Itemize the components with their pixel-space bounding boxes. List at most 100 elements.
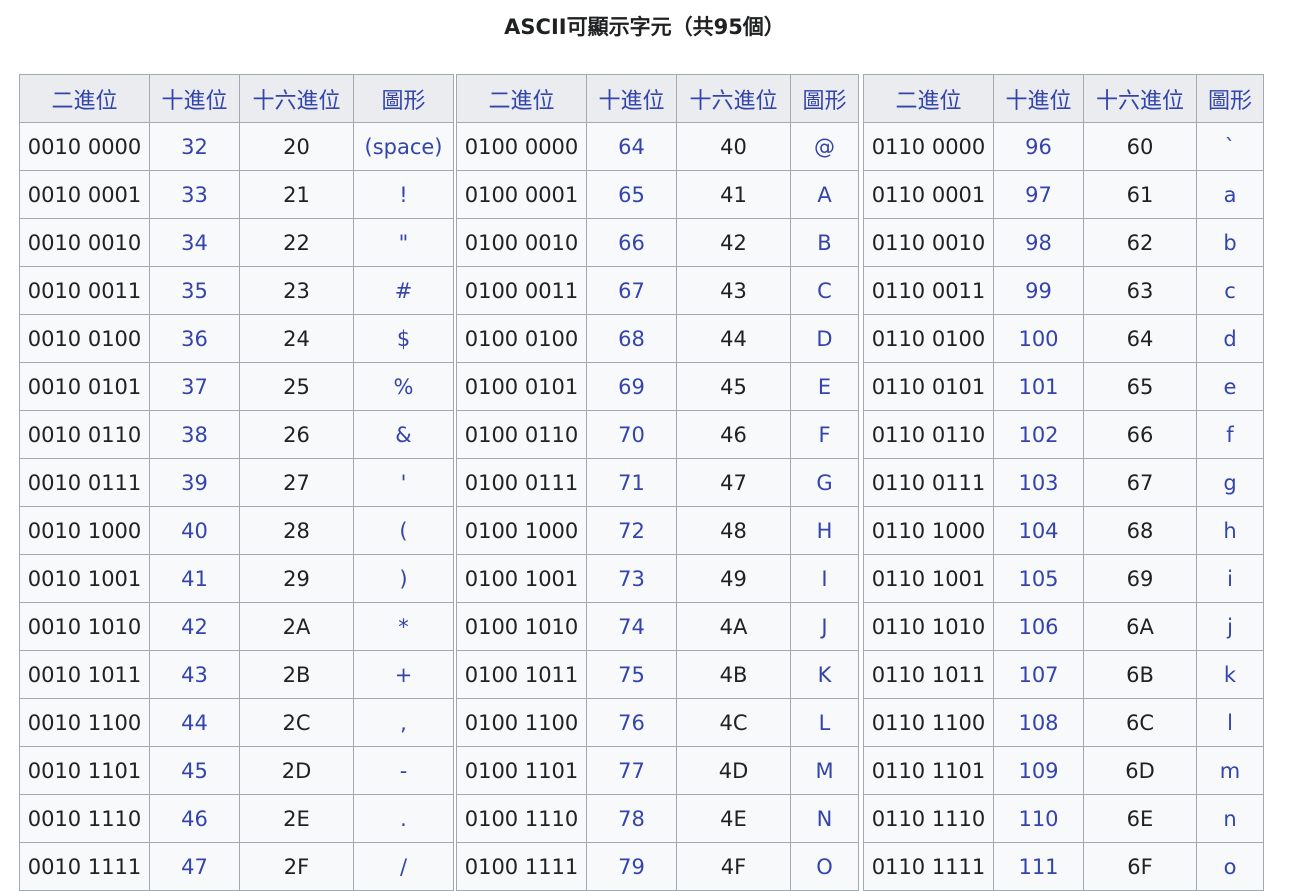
decimal-link[interactable]: 98 bbox=[993, 218, 1084, 267]
glyph-link[interactable]: F bbox=[790, 410, 859, 459]
decimal-link[interactable]: 69 bbox=[586, 362, 677, 411]
decimal-link[interactable]: 41 bbox=[149, 554, 240, 603]
glyph-link[interactable]: o bbox=[1196, 842, 1264, 891]
decimal-link[interactable]: 44 bbox=[149, 698, 240, 747]
glyph-link[interactable]: h bbox=[1196, 506, 1264, 555]
decimal-link[interactable]: 96 bbox=[993, 122, 1084, 171]
glyph-link[interactable]: ) bbox=[353, 554, 454, 603]
glyph-link[interactable]: % bbox=[353, 362, 454, 411]
decimal-link[interactable]: 43 bbox=[149, 650, 240, 699]
decimal-link[interactable]: 106 bbox=[993, 602, 1084, 651]
decimal-link[interactable]: 79 bbox=[586, 842, 677, 891]
glyph-link[interactable]: M bbox=[790, 746, 859, 795]
decimal-link[interactable]: 47 bbox=[149, 842, 240, 891]
glyph-link[interactable]: & bbox=[353, 410, 454, 459]
glyph-link[interactable]: D bbox=[790, 314, 859, 363]
glyph-link[interactable]: l bbox=[1196, 698, 1264, 747]
decimal-link[interactable]: 65 bbox=[586, 170, 677, 219]
glyph-link[interactable]: ! bbox=[353, 170, 454, 219]
decimal-link[interactable]: 101 bbox=[993, 362, 1084, 411]
glyph-link[interactable]: E bbox=[790, 362, 859, 411]
header-glyph: 圖形 bbox=[353, 74, 454, 123]
glyph-link[interactable]: k bbox=[1196, 650, 1264, 699]
glyph-link[interactable]: i bbox=[1196, 554, 1264, 603]
decimal-link[interactable]: 100 bbox=[993, 314, 1084, 363]
glyph-link[interactable]: ' bbox=[353, 458, 454, 507]
decimal-link[interactable]: 46 bbox=[149, 794, 240, 843]
decimal-link[interactable]: 74 bbox=[586, 602, 677, 651]
decimal-link[interactable]: 75 bbox=[586, 650, 677, 699]
glyph-link[interactable]: j bbox=[1196, 602, 1264, 651]
decimal-link[interactable]: 111 bbox=[993, 842, 1084, 891]
glyph-link[interactable]: f bbox=[1196, 410, 1264, 459]
glyph-link[interactable]: (space) bbox=[353, 122, 454, 171]
glyph-link[interactable]: @ bbox=[790, 122, 859, 171]
glyph-link[interactable]: A bbox=[790, 170, 859, 219]
glyph-link[interactable]: g bbox=[1196, 458, 1264, 507]
glyph-link[interactable]: b bbox=[1196, 218, 1264, 267]
decimal-link[interactable]: 37 bbox=[149, 362, 240, 411]
glyph-link[interactable]: a bbox=[1196, 170, 1264, 219]
glyph-link[interactable]: + bbox=[353, 650, 454, 699]
decimal-link[interactable]: 105 bbox=[993, 554, 1084, 603]
decimal-link[interactable]: 72 bbox=[586, 506, 677, 555]
decimal-link[interactable]: 77 bbox=[586, 746, 677, 795]
decimal-link[interactable]: 103 bbox=[993, 458, 1084, 507]
glyph-link[interactable]: L bbox=[790, 698, 859, 747]
glyph-link[interactable]: m bbox=[1196, 746, 1264, 795]
decimal-link[interactable]: 73 bbox=[586, 554, 677, 603]
decimal-link[interactable]: 109 bbox=[993, 746, 1084, 795]
ascii-table-3: 二進位 十進位 十六進位 圖形 0110 0000 96 60 ` 0110 0001… bbox=[863, 74, 1264, 891]
decimal-link[interactable]: 99 bbox=[993, 266, 1084, 315]
glyph-link[interactable]: d bbox=[1196, 314, 1264, 363]
decimal-link[interactable]: 42 bbox=[149, 602, 240, 651]
decimal-link[interactable]: 102 bbox=[993, 410, 1084, 459]
glyph-link[interactable]: G bbox=[790, 458, 859, 507]
decimal-link[interactable]: 76 bbox=[586, 698, 677, 747]
decimal-link[interactable]: 71 bbox=[586, 458, 677, 507]
decimal-link[interactable]: 70 bbox=[586, 410, 677, 459]
decimal-link[interactable]: 36 bbox=[149, 314, 240, 363]
glyph-link[interactable]: B bbox=[790, 218, 859, 267]
table-row: 0010 1110 46 2E. bbox=[19, 794, 454, 843]
decimal-link[interactable]: 64 bbox=[586, 122, 677, 171]
glyph-link[interactable]: / bbox=[353, 842, 454, 891]
glyph-link[interactable]: $ bbox=[353, 314, 454, 363]
glyph-link[interactable]: N bbox=[790, 794, 859, 843]
decimal-link[interactable]: 33 bbox=[149, 170, 240, 219]
glyph-link[interactable]: c bbox=[1196, 266, 1264, 315]
decimal-link[interactable]: 110 bbox=[993, 794, 1084, 843]
decimal-link[interactable]: 107 bbox=[993, 650, 1084, 699]
glyph-link[interactable]: ` bbox=[1196, 122, 1264, 171]
glyph-link[interactable]: * bbox=[353, 602, 454, 651]
decimal-link[interactable]: 78 bbox=[586, 794, 677, 843]
decimal-link[interactable]: 104 bbox=[993, 506, 1084, 555]
decimal-link[interactable]: 97 bbox=[993, 170, 1084, 219]
glyph-link[interactable]: K bbox=[790, 650, 859, 699]
glyph-link[interactable]: - bbox=[353, 746, 454, 795]
decimal-link[interactable]: 35 bbox=[149, 266, 240, 315]
decimal-link[interactable]: 34 bbox=[149, 218, 240, 267]
decimal-link[interactable]: 68 bbox=[586, 314, 677, 363]
decimal-link[interactable]: 38 bbox=[149, 410, 240, 459]
decimal-link[interactable]: 32 bbox=[149, 122, 240, 171]
glyph-link[interactable]: # bbox=[353, 266, 454, 315]
glyph-link[interactable]: O bbox=[790, 842, 859, 891]
decimal-link[interactable]: 67 bbox=[586, 266, 677, 315]
glyph-link[interactable]: . bbox=[353, 794, 454, 843]
glyph-link[interactable]: J bbox=[790, 602, 859, 651]
binary-cell: 0100 1101 bbox=[456, 746, 587, 795]
glyph-link[interactable]: " bbox=[353, 218, 454, 267]
glyph-link[interactable]: H bbox=[790, 506, 859, 555]
glyph-link[interactable]: ( bbox=[353, 506, 454, 555]
glyph-link[interactable]: e bbox=[1196, 362, 1264, 411]
decimal-link[interactable]: 108 bbox=[993, 698, 1084, 747]
glyph-link[interactable]: C bbox=[790, 266, 859, 315]
decimal-link[interactable]: 40 bbox=[149, 506, 240, 555]
decimal-link[interactable]: 45 bbox=[149, 746, 240, 795]
glyph-link[interactable]: n bbox=[1196, 794, 1264, 843]
decimal-link[interactable]: 39 bbox=[149, 458, 240, 507]
glyph-link[interactable]: I bbox=[790, 554, 859, 603]
glyph-link[interactable]: , bbox=[353, 698, 454, 747]
decimal-link[interactable]: 66 bbox=[586, 218, 677, 267]
